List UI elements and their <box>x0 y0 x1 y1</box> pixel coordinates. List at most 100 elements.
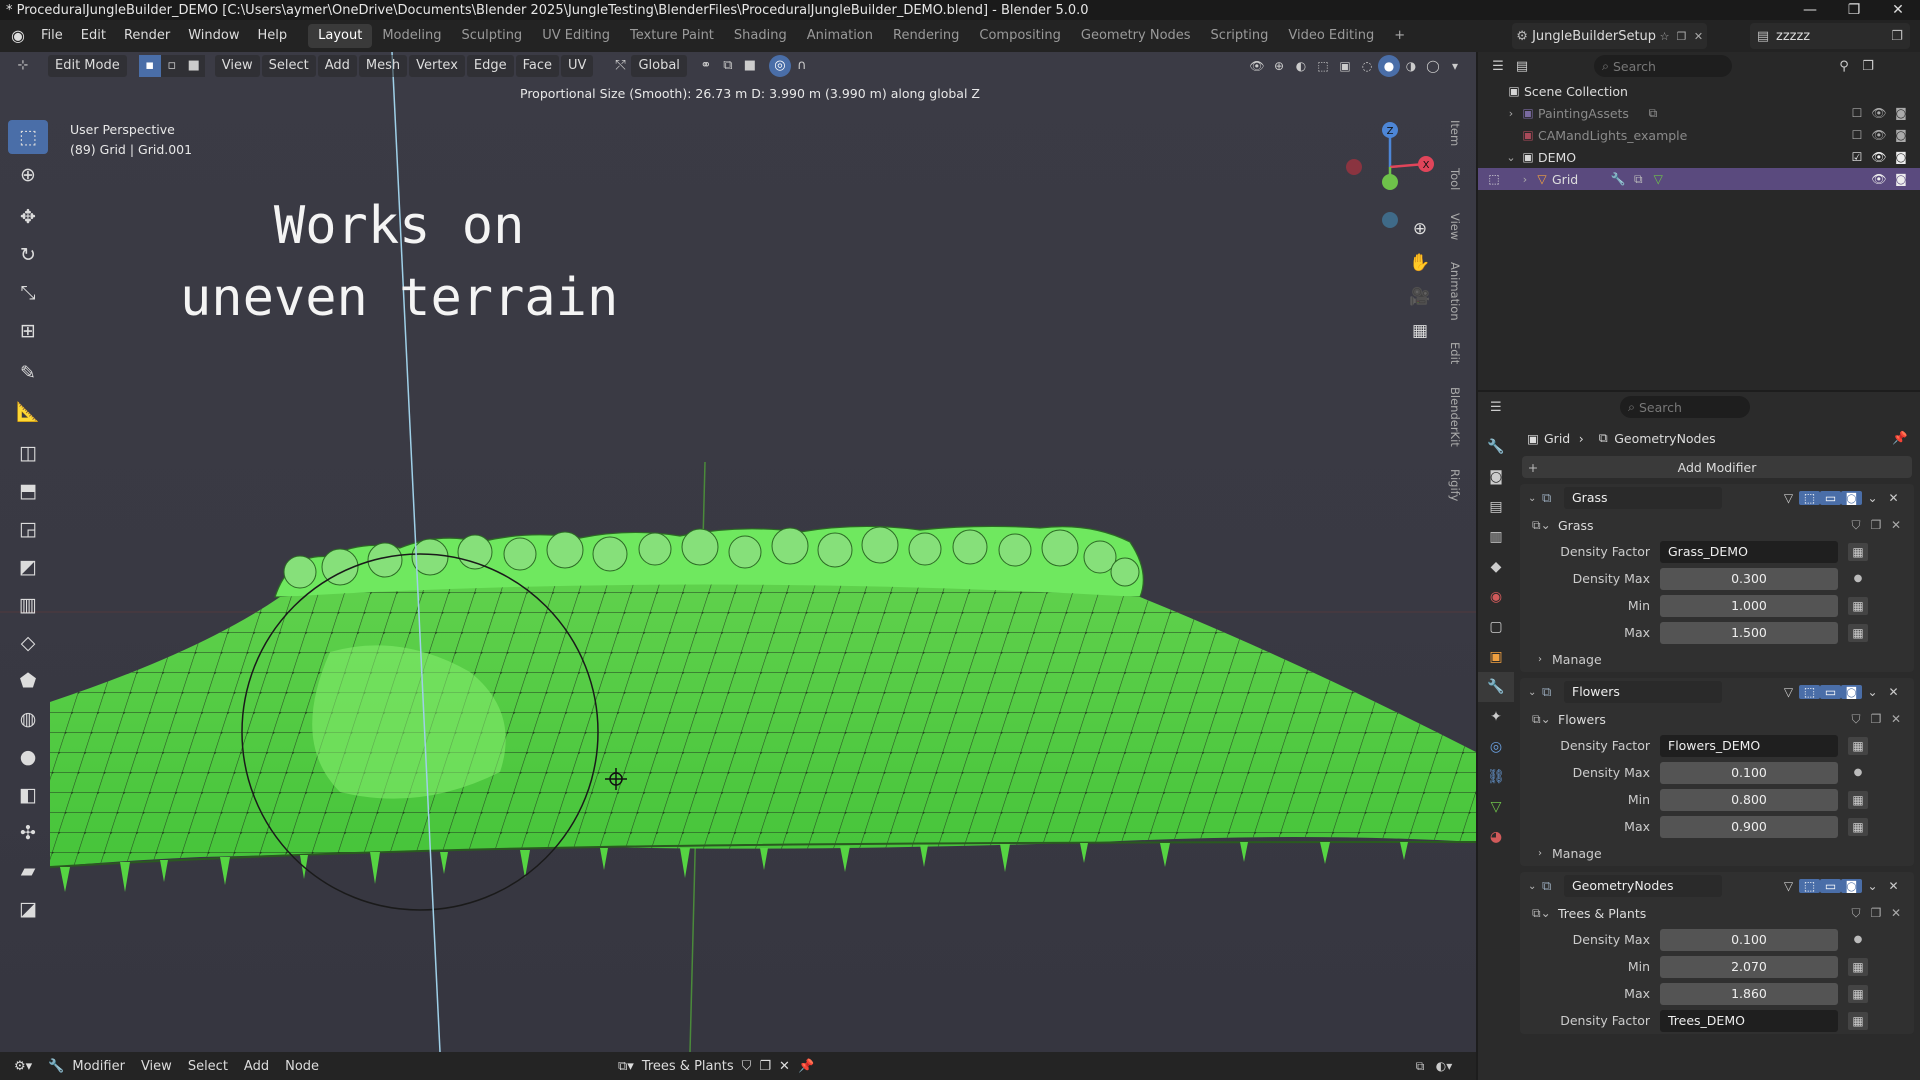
eye-icon[interactable]: 👁 <box>1868 172 1890 186</box>
modifier-name-field[interactable]: GeometryNodes <box>1564 875 1722 897</box>
pin-icon[interactable]: 📌 <box>1892 430 1908 446</box>
snap-target-icon[interactable]: ■ <box>739 55 761 77</box>
particles-tab-icon[interactable]: ✦ <box>1478 702 1514 732</box>
collapse-icon[interactable]: ⌄ <box>1528 881 1542 892</box>
filter-icon[interactable]: ⚲ <box>1832 59 1856 74</box>
min-field[interactable]: 2.070 <box>1660 955 1838 978</box>
edge-slide-icon[interactable]: ◧ <box>8 778 48 812</box>
rip-region-icon[interactable]: ◪ <box>8 892 48 926</box>
node-tree-icon[interactable]: ⧉⌄ <box>1532 712 1554 727</box>
shear-icon[interactable]: ▰ <box>8 854 48 888</box>
menu-select[interactable]: Select <box>180 1059 236 1074</box>
camera-icon[interactable]: ◙ <box>1890 106 1912 120</box>
perspective-toggle-icon[interactable]: ▦ <box>1405 314 1435 348</box>
editor-type-icon[interactable]: ⊹ <box>12 55 34 77</box>
editor-type-icon[interactable]: ☰ <box>1486 59 1510 74</box>
fake-user-icon[interactable]: ⛉ <box>1846 518 1866 533</box>
output-tab-icon[interactable]: ▤ <box>1478 492 1514 522</box>
menu-edge[interactable]: Edge <box>466 55 514 77</box>
tab-texture-paint[interactable]: Texture Paint <box>620 24 724 48</box>
data-tab-icon[interactable]: ▽ <box>1478 792 1514 822</box>
close-window-button[interactable]: ✕ <box>1876 0 1920 20</box>
viewport-toggle-icon[interactable]: ▭ <box>1820 491 1841 505</box>
density-factor-field[interactable]: Grass_DEMO <box>1660 540 1838 563</box>
copy-scene-icon[interactable]: ❐ <box>1673 30 1690 43</box>
manage-subpanel[interactable]: › Manage <box>1520 646 1914 672</box>
wireframe-shading-icon[interactable]: ◌ <box>1356 55 1378 77</box>
menu-edit[interactable]: Edit <box>72 24 115 48</box>
density-max-field[interactable]: 0.100 <box>1660 761 1838 784</box>
poly-build-icon[interactable]: ⬟ <box>8 664 48 698</box>
maximize-button[interactable]: ❐ <box>1832 0 1876 20</box>
cage-toggle-icon[interactable]: ⬚ <box>1799 685 1820 699</box>
viewport-toggle-icon[interactable]: ▭ <box>1820 685 1841 699</box>
eye-icon[interactable]: 👁 <box>1868 150 1890 164</box>
overlay-toggle-icon[interactable]: ◐▾ <box>1432 1059 1456 1074</box>
face-select-icon[interactable]: ■ <box>182 55 205 77</box>
max-field[interactable]: 1.500 <box>1660 621 1838 644</box>
zoom-icon[interactable]: ⊕ <box>1405 212 1435 246</box>
sidebar-tab-item[interactable]: Item <box>1448 120 1462 146</box>
node-group-name[interactable]: Flowers <box>1558 712 1606 727</box>
collapse-icon[interactable]: ⌄ <box>1504 151 1518 164</box>
render-toggle-icon[interactable]: ◙ <box>1841 685 1862 699</box>
unlink-icon[interactable]: ✕ <box>1886 712 1906 727</box>
solid-shading-icon[interactable]: ● <box>1378 55 1400 77</box>
duplicate-icon[interactable]: ❐ <box>1866 712 1886 727</box>
density-factor-field[interactable]: Trees_DEMO <box>1660 1009 1838 1032</box>
dropdown-icon[interactable]: ⌄ <box>1862 491 1883 505</box>
extrude-icon[interactable]: ⬒ <box>8 474 48 508</box>
unlink-icon[interactable]: ✕ <box>1886 518 1906 533</box>
physics-tab-icon[interactable]: ◎ <box>1478 732 1514 762</box>
visibility-icon[interactable]: 👁 <box>1246 55 1268 77</box>
editor-type-icon[interactable]: ⚙▾ <box>6 1059 40 1074</box>
transform-icon[interactable]: ⊞ <box>8 314 48 348</box>
tab-compositing[interactable]: Compositing <box>969 24 1071 48</box>
shading-dropdown-icon[interactable]: ▾ <box>1444 55 1466 77</box>
cursor-icon[interactable]: ⊕ <box>8 158 48 192</box>
dropdown-icon[interactable]: ⌄ <box>1862 879 1883 893</box>
world-tab-icon[interactable]: ◉ <box>1478 582 1514 612</box>
menu-add[interactable]: Add <box>317 55 357 77</box>
cage-toggle-icon[interactable]: ⬚ <box>1799 879 1820 893</box>
pivot-icon[interactable]: ⚭ <box>695 55 717 77</box>
attribute-toggle-icon[interactable]: ▦ <box>1848 736 1868 755</box>
tab-video-editing[interactable]: Video Editing <box>1278 24 1384 48</box>
sidebar-tab-rigify[interactable]: Rigify <box>1448 469 1462 501</box>
display-mode-icon[interactable]: ▤ <box>1510 59 1534 74</box>
render-toggle-icon[interactable]: ◙ <box>1841 879 1862 893</box>
fake-user-icon[interactable]: ⛉ <box>1846 712 1866 727</box>
inset-icon[interactable]: ◲ <box>8 512 48 546</box>
density-max-field[interactable]: 0.300 <box>1660 567 1838 590</box>
menu-select[interactable]: Select <box>261 55 316 77</box>
proportional-edit-icon[interactable]: ◎ <box>768 55 791 77</box>
attribute-toggle-icon[interactable]: ▦ <box>1848 1011 1868 1030</box>
material-tab-icon[interactable]: ◕ <box>1478 822 1514 852</box>
keyframe-dot-icon[interactable]: ● <box>1848 934 1868 945</box>
tool-tab-icon[interactable]: 🔧 <box>1478 432 1514 462</box>
add-cube-icon[interactable]: ◫ <box>8 436 48 470</box>
rotate-icon[interactable]: ↻ <box>8 238 48 272</box>
remove-modifier-icon[interactable]: ✕ <box>1883 491 1904 505</box>
new-collection-icon[interactable]: ❐ <box>1856 59 1880 74</box>
mesh-overlay-icon[interactable]: ⬚ <box>1312 55 1334 77</box>
sidebar-tab-view[interactable]: View <box>1448 213 1462 240</box>
knife-icon[interactable]: ◇ <box>8 626 48 660</box>
spin-icon[interactable]: ◍ <box>8 702 48 736</box>
node-tree-icon[interactable]: ⧉⌄ <box>1532 906 1554 921</box>
edit-mode-toggle-icon[interactable]: ▽ <box>1778 879 1799 893</box>
tab-animation[interactable]: Animation <box>797 24 883 48</box>
tab-shading[interactable]: Shading <box>724 24 797 48</box>
unlink-icon[interactable]: ✕ <box>775 1059 794 1074</box>
tab-layout[interactable]: Layout <box>308 24 373 48</box>
tab-modeling[interactable]: Modeling <box>372 24 451 48</box>
add-workspace-button[interactable]: + <box>1384 24 1405 48</box>
density-factor-field[interactable]: Flowers_DEMO <box>1660 734 1838 757</box>
bevel-icon[interactable]: ◩ <box>8 550 48 584</box>
attribute-toggle-icon[interactable]: ▦ <box>1848 542 1868 561</box>
max-field[interactable]: 0.900 <box>1660 815 1838 838</box>
unlink-icon[interactable]: ✕ <box>1886 906 1906 921</box>
constraints-tab-icon[interactable]: ⛓ <box>1478 762 1514 792</box>
outliner-row-grid[interactable]: ⬚ › ▽ Grid 🔧 ⧉ ▽ 👁 ◙ <box>1478 168 1920 190</box>
attribute-toggle-icon[interactable]: ▦ <box>1848 817 1868 836</box>
